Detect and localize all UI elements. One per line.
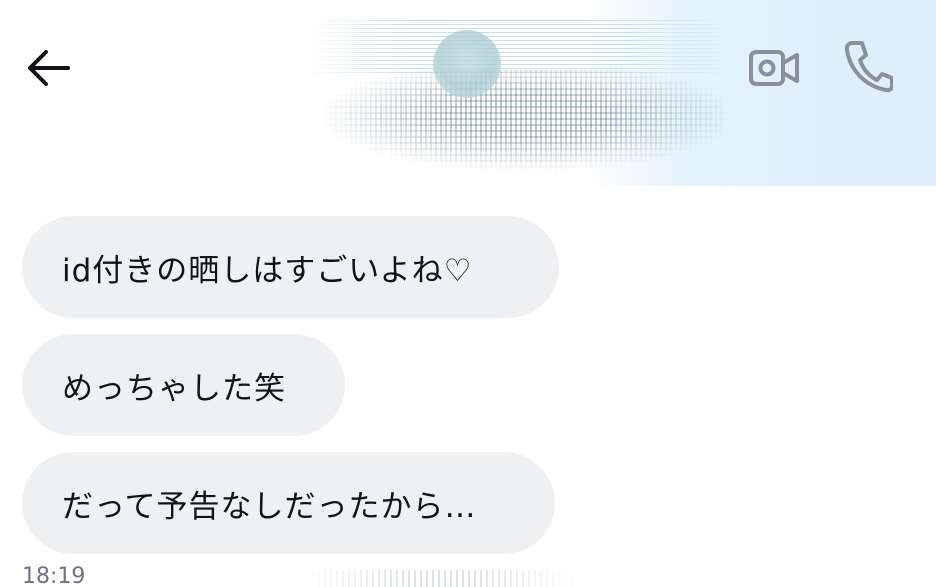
avatar[interactable] bbox=[433, 30, 501, 98]
message-bubble[interactable]: だって予告なしだったから… bbox=[22, 452, 555, 554]
obscured-bottom-area bbox=[300, 570, 580, 587]
voice-call-button[interactable] bbox=[840, 38, 896, 94]
phone-icon bbox=[844, 41, 893, 93]
conversation-header bbox=[0, 0, 936, 200]
message-text: id付きの晒しはすごいよね♡ bbox=[62, 252, 473, 289]
message-bubble[interactable]: id付きの晒しはすごいよね♡ bbox=[22, 216, 559, 318]
message-bubble[interactable]: めっちゃした笑 bbox=[22, 334, 345, 436]
video-camera-icon bbox=[749, 50, 799, 86]
obscured-profile-area bbox=[285, 0, 936, 200]
dm-conversation-screen: id付きの晒しはすごいよね♡ めっちゃした笑 だって予告なしだったから… 18:… bbox=[0, 0, 936, 587]
message-timestamp: 18:19 bbox=[22, 564, 86, 587]
arrow-left-icon bbox=[28, 50, 70, 86]
message-text: だって予告なしだったから… bbox=[62, 488, 477, 525]
message-text: めっちゃした笑 bbox=[62, 370, 286, 407]
video-call-button[interactable] bbox=[746, 40, 802, 96]
back-button[interactable] bbox=[22, 42, 74, 94]
